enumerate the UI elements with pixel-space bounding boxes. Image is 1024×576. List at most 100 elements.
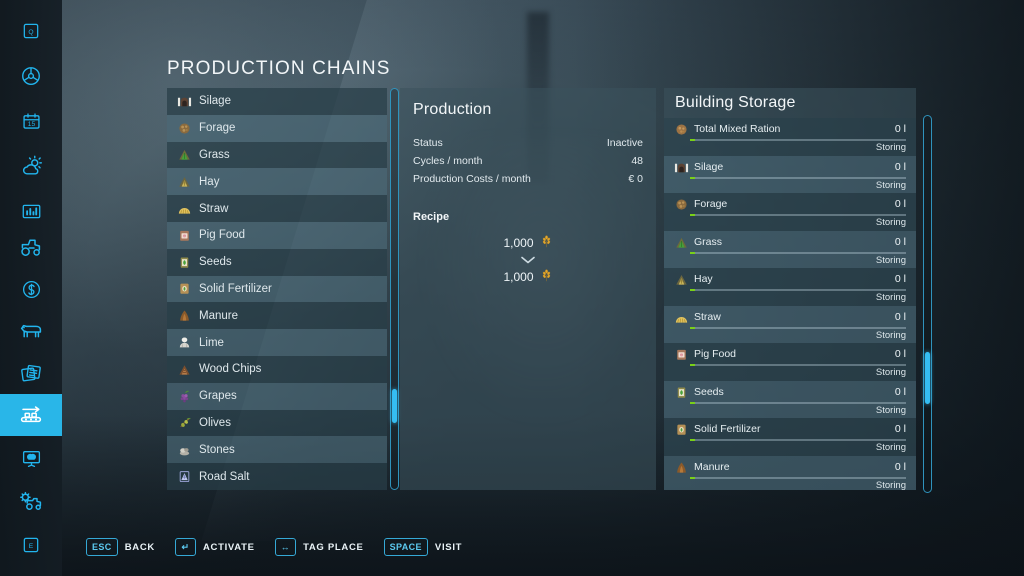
chain-list-item[interactable]: Manure — [167, 302, 387, 329]
chain-list-item[interactable]: Grapes — [167, 383, 387, 410]
storage-item-value: 0 l — [895, 123, 906, 135]
storage-item-header: Hay0 l — [674, 268, 906, 286]
chain-list-item-label: Grapes — [199, 390, 237, 402]
enter-key-icon[interactable]: ↵ — [175, 538, 196, 556]
chain-list-item[interactable]: Road Salt — [167, 463, 387, 490]
steering-wheel-icon[interactable] — [0, 55, 62, 97]
production-stat-value: € 0 — [628, 173, 643, 185]
stones-icon — [177, 442, 192, 457]
calendar-icon[interactable]: 15 — [0, 100, 62, 142]
storage-item-header: Straw0 l — [674, 306, 906, 324]
storage-item-row[interactable]: Straw0 lStoring — [664, 306, 916, 344]
chain-list-item[interactable]: Wood Chips — [167, 356, 387, 383]
chain-list-item-label: Seeds — [199, 256, 232, 268]
help-action[interactable]: ↔ TAG PLACE — [275, 538, 364, 556]
storage-item-label: Grass — [694, 236, 889, 248]
chain-list-item[interactable]: Silage — [167, 88, 387, 115]
chain-list-item[interactable]: Hay — [167, 168, 387, 195]
storage-scrollbar[interactable] — [923, 115, 932, 493]
storage-item-fill-indicator — [690, 327, 695, 329]
storage-item-fill-bar — [690, 252, 906, 254]
storage-item-header: Pig Food0 l — [674, 343, 906, 361]
chain-list-item[interactable]: Forage — [167, 115, 387, 142]
storage-item-header: Solid Fertilizer 0 l — [674, 418, 906, 436]
chain-list-item[interactable]: Grass — [167, 142, 387, 169]
hay-icon — [674, 272, 688, 286]
help-action[interactable]: ↵ACTIVATE — [175, 538, 255, 556]
wood-chips-icon — [177, 362, 192, 377]
help-action[interactable]: SPACEVISIT — [384, 538, 463, 556]
animals-icon[interactable] — [0, 310, 62, 352]
storage-item-row[interactable]: Grass0 lStoring — [664, 231, 916, 269]
storage-item-row[interactable]: Silage0 lStoring — [664, 156, 916, 194]
arrows-key-icon[interactable]: ↔ — [275, 538, 296, 556]
storage-item-status: Storing — [876, 255, 906, 266]
finances-icon[interactable] — [0, 268, 62, 310]
storage-item-fill-bar — [690, 289, 906, 291]
straw-icon — [177, 201, 192, 216]
help-action-label: TAG PLACE — [303, 542, 363, 553]
construction-icon[interactable] — [0, 437, 62, 479]
storage-item-row[interactable]: Seeds0 lStoring — [664, 381, 916, 419]
manure-icon — [674, 460, 688, 474]
space-key-icon[interactable]: SPACE — [384, 538, 428, 556]
storage-scrollbar-thumb[interactable] — [925, 352, 930, 404]
chain-list-item[interactable]: Seeds — [167, 249, 387, 276]
storage-item-label: Solid Fertilizer — [694, 423, 889, 435]
help-action-label: BACK — [125, 542, 155, 553]
storage-item-fill-bar — [690, 402, 906, 404]
storage-item-row[interactable]: Pig Food0 lStoring — [664, 343, 916, 381]
recipe-input-row: 1,000 — [400, 235, 656, 251]
pig-food-icon — [674, 347, 688, 361]
storage-item-status: Storing — [876, 180, 906, 191]
storage-item-fill-indicator — [690, 289, 695, 291]
settings-icon[interactable] — [0, 480, 62, 522]
storage-item-value: 0 l — [895, 423, 906, 435]
storage-item-row[interactable]: Hay0 l Storing — [664, 268, 916, 306]
chain-list-item-label: Silage — [199, 95, 231, 107]
storage-item-row[interactable]: Manure0 lStoring — [664, 456, 916, 491]
storage-item-fill-bar — [690, 177, 906, 179]
tractor-icon[interactable] — [0, 226, 62, 268]
chain-list-scrollbar[interactable] — [390, 88, 399, 490]
storage-item-fill-indicator — [690, 252, 695, 254]
key-e-icon[interactable]: E — [0, 524, 62, 566]
help-action[interactable]: ESC BACK — [86, 538, 155, 556]
sidebar-nav: Q 15 E — [0, 0, 62, 576]
storage-item-row[interactable]: Solid Fertilizer0 lStoring — [664, 418, 916, 456]
chain-list-item[interactable]: Olives — [167, 410, 387, 437]
svg-text:E: E — [29, 543, 34, 550]
storage-item-fill-indicator — [690, 402, 695, 404]
chain-list-item[interactable]: Pig Food — [167, 222, 387, 249]
storage-item-fill-indicator — [690, 214, 695, 216]
production-stat-value: Inactive — [607, 137, 643, 149]
chain-list-item[interactable]: Solid Fertilizer — [167, 276, 387, 303]
weather-icon[interactable] — [0, 145, 62, 187]
recipe-output-row: 1,000 — [400, 269, 656, 285]
storage-item-row[interactable]: Total Mixed Ration0 lStoring — [664, 118, 916, 156]
storage-item-status: Storing — [876, 142, 906, 153]
production-stat-label: Production Costs / month — [413, 173, 531, 185]
production-icon[interactable] — [0, 394, 62, 436]
storage-item-status: Storing — [876, 405, 906, 416]
storage-item-row[interactable]: Forage0 lStoring — [664, 193, 916, 231]
storage-item-fill-indicator — [690, 364, 695, 366]
storage-item-label: Manure — [694, 461, 889, 473]
production-panel: Production StatusInactiveCycles / month4… — [400, 88, 656, 490]
esc-key-icon[interactable]: ESC — [86, 538, 118, 556]
chain-list-item-label: Forage — [199, 122, 235, 134]
key-q-icon[interactable]: Q — [0, 10, 62, 52]
storage-item-status: Storing — [876, 292, 906, 303]
storage-item-header: Manure0 l — [674, 456, 906, 474]
chain-list-item-label: Grass — [199, 149, 230, 161]
storage-item-list[interactable]: Total Mixed Ration0 lStoringSilage0 lSto… — [664, 118, 916, 490]
storage-item-fill-bar — [690, 439, 906, 441]
pig-food-icon — [177, 228, 192, 243]
storage-item-label: Pig Food — [694, 348, 889, 360]
chain-list-item[interactable]: Lime — [167, 329, 387, 356]
contracts-icon[interactable] — [0, 352, 62, 394]
chain-list-item[interactable]: Straw — [167, 195, 387, 222]
chain-list-item[interactable]: Stones — [167, 436, 387, 463]
production-chain-list[interactable]: Silage Forage Grass HayStrawPig Food Seeds So… — [167, 88, 387, 490]
chain-list-scrollbar-thumb[interactable] — [392, 389, 397, 423]
